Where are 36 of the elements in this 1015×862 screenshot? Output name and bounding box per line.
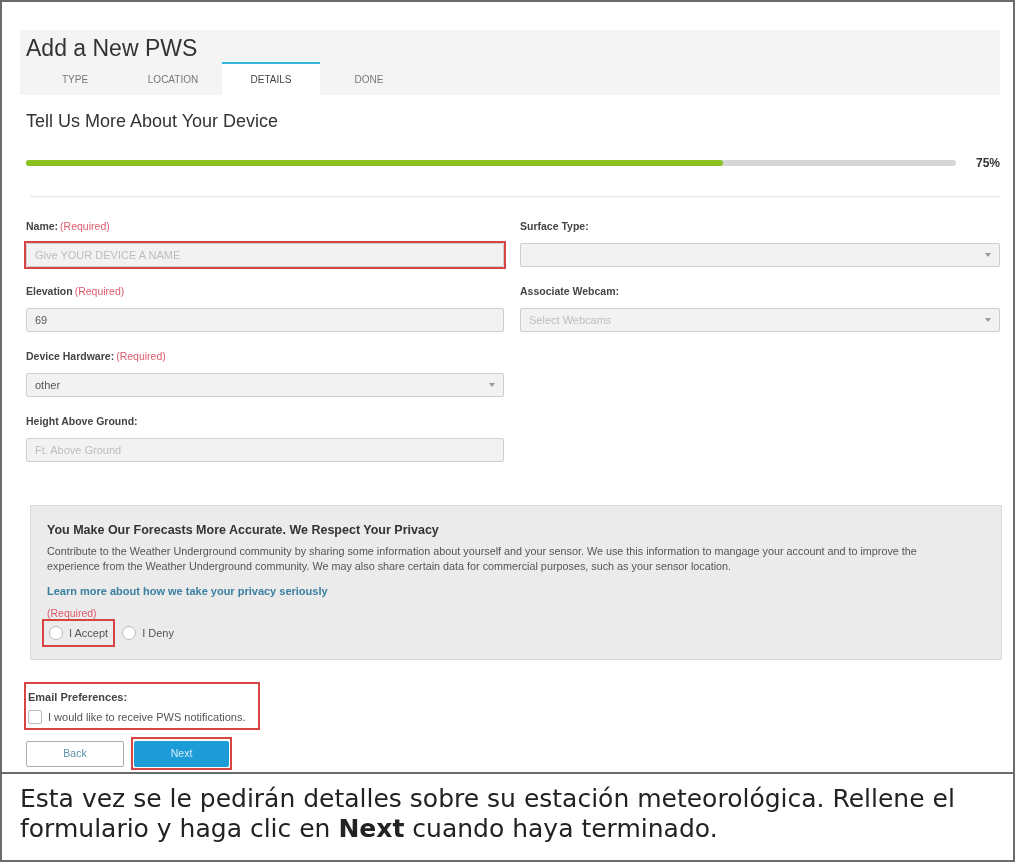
field-label: Surface Type: bbox=[520, 219, 589, 233]
tab[interactable]: TYPE bbox=[26, 62, 124, 95]
caret-icon bbox=[489, 383, 495, 387]
privacy-link[interactable]: Learn more about how we take your privacy seriously bbox=[47, 584, 328, 599]
field-label: Associate Webcam: bbox=[520, 284, 619, 298]
section-title: Tell Us More About Your Device bbox=[26, 111, 280, 131]
tab[interactable]: LOCATION bbox=[124, 62, 222, 95]
field-label: Name: bbox=[26, 219, 59, 233]
input-field[interactable]: 69 bbox=[26, 308, 504, 332]
required-note: (Required) bbox=[74, 284, 125, 298]
privacy-text: Contribute to the Weather Underground community by sharing some information about yourself and your sensor. We use this information to mangage your account and to improve the experience from the Weather Underground community. We may also share certain data for commercial purposes, such as your sensor location. bbox=[47, 544, 918, 574]
privacy-title: You Make Our Forecasts More Accurate. We Respect Your Privacy bbox=[47, 522, 440, 538]
radio-option[interactable]: I Accept bbox=[49, 624, 109, 642]
required-note: (Required) bbox=[60, 219, 110, 233]
section-label: Email Preferences: bbox=[28, 690, 129, 704]
required-note: (Required) bbox=[116, 349, 166, 363]
caption-text: Esta vez se le pedirán detalles sobre su estación meteorológica. Rellene el formulario y haga clic en Next cuando haya terminado. bbox=[20, 784, 956, 844]
radio-button[interactable] bbox=[49, 626, 63, 640]
field-label: Height Above Ground: bbox=[26, 414, 138, 428]
required-note: (Required) bbox=[47, 607, 98, 619]
next-button[interactable]: Next bbox=[134, 740, 229, 767]
checkbox-option[interactable]: I would like to receive PWS notifications. bbox=[28, 708, 254, 726]
field-label: Elevation bbox=[26, 284, 73, 298]
caret-icon bbox=[985, 318, 991, 322]
radio-option[interactable]: I Deny bbox=[122, 624, 174, 642]
tab[interactable]: DETAILS bbox=[222, 62, 320, 95]
page-title: Add a New PWS bbox=[26, 34, 199, 62]
back-button[interactable]: Back bbox=[26, 740, 124, 767]
progress-reading: 75% bbox=[975, 155, 1000, 172]
caret-icon bbox=[985, 253, 991, 257]
dropdown[interactable]: other bbox=[26, 373, 504, 397]
tab[interactable]: DONE bbox=[320, 62, 418, 95]
radio-button[interactable] bbox=[122, 626, 137, 640]
dropdown[interactable] bbox=[520, 243, 1000, 267]
field-label: Device Hardware: bbox=[26, 349, 115, 363]
checkbox[interactable] bbox=[28, 710, 42, 724]
